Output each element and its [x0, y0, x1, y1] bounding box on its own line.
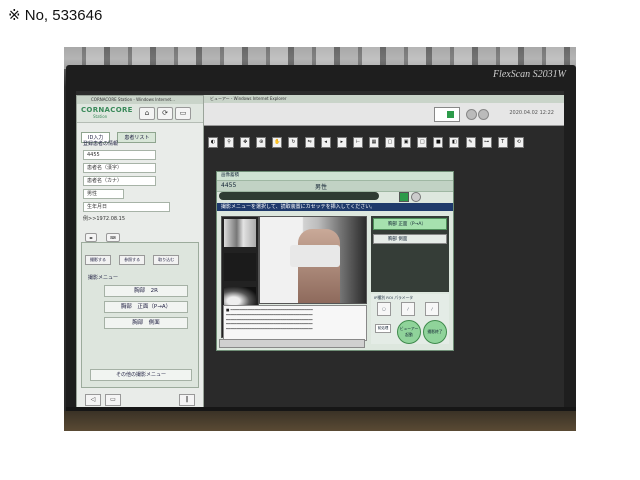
dialog-menu-chest-lateral[interactable]: 胸部 側面 — [373, 234, 447, 244]
birthdate-field[interactable]: 生年月日 — [83, 202, 170, 212]
menu-item-chest-2r[interactable]: 胸部 2R — [104, 285, 188, 297]
other-menu-button[interactable]: その他の撮影メニュー — [90, 369, 192, 381]
dialog-title: 画像蓄積 — [217, 172, 453, 180]
tab-reference[interactable]: 参照する — [119, 255, 146, 265]
info-icon[interactable] — [478, 109, 489, 120]
menu-item-chest-pa[interactable]: 胸部 正面（P→A） — [104, 301, 188, 313]
split-icon[interactable]: ◧ — [449, 137, 460, 148]
dialog-buttons: IP種別 ROI パラメータ ▢ / / 前処理 ビューアー起動 撮影終了 — [371, 294, 449, 344]
menu-tabs: 撮影する 参照する 取り込む — [82, 243, 198, 270]
dialog-instruction: 撮影メニューを選択して、読取装置にカセッテを挿入してください。 — [217, 203, 453, 211]
sex-select[interactable]: 男性 — [83, 189, 124, 199]
monitor-bezel: FlexScan S2031W CORNACORE Station - Wind… — [66, 65, 576, 429]
dialog-record-icon[interactable] — [399, 192, 409, 202]
display-icon[interactable]: ▭ — [175, 107, 191, 120]
birthdate-hint: 例>>1972.08.15 — [83, 216, 126, 222]
keyboard-icon[interactable]: ⌨ — [106, 233, 120, 242]
text-icon[interactable]: T — [497, 137, 508, 148]
rotate-icon[interactable]: ↻ — [288, 137, 299, 148]
monitor-brand: FlexScan S2031W — [492, 69, 566, 80]
dialog-button-tabs: IP種別 ROI パラメータ — [371, 294, 449, 302]
hand-icon[interactable]: ✋ — [272, 137, 283, 148]
dialog-patient-sex: 男性 — [315, 184, 328, 191]
station-tabs: ID入力 患者リスト — [81, 124, 158, 143]
patient-form: 登録患者の情報 4455 患者名（漢字） 患者名（カナ） 男性 生年月日 例>>… — [83, 140, 195, 222]
datetime: 2020.04.02 12:22 — [509, 110, 554, 116]
detector-plate — [290, 245, 340, 267]
contrast-icon[interactable]: ◐ — [208, 137, 218, 148]
magnify-icon[interactable]: ⊕ — [256, 137, 267, 148]
dialog-patient-bar: 4455 男性 — [217, 180, 453, 192]
caption-text: ※ No, 533646 — [8, 7, 103, 24]
record-button[interactable] — [434, 107, 460, 122]
screen: CORNACORE Station - Windows Internet... … — [76, 91, 564, 407]
desk-surface — [64, 411, 576, 431]
record-icon — [447, 111, 454, 118]
app-logo: CORNACORE — [81, 106, 133, 114]
viewer-titlebar: ビューアー - Windows Internet Explorer — [204, 95, 564, 103]
ruler-icon[interactable]: ⊢ — [352, 137, 363, 148]
viewer-launch-button[interactable]: ビューアー起動 — [397, 320, 421, 344]
dialog-settings-icon[interactable] — [411, 192, 421, 202]
play-icon[interactable]: ▸ — [336, 137, 347, 148]
zoom-icon[interactable]: ⚲ — [224, 137, 235, 148]
param-cell[interactable]: / — [425, 302, 439, 316]
capture-menu-box: 撮影する 参照する 取り込む 撮影メニュー 胸部 2R 胸部 正面（P→A） 胸… — [81, 242, 199, 388]
capture-dialog: 画像蓄積 4455 男性 撮影メニューを選択して、読取装置にカセッテを挿入してく… — [216, 171, 454, 351]
tab-import[interactable]: 取り込む — [153, 255, 180, 265]
thumbnail-1[interactable] — [224, 219, 256, 247]
dialog-menu-chest-pa[interactable]: 胸部 正面（P→A） — [373, 218, 447, 230]
patient-id-field[interactable]: 4455 — [83, 150, 156, 160]
name-kana-field[interactable]: 患者名（カナ） — [83, 176, 156, 186]
viewer-header: 2020.04.02 12:22 — [204, 103, 564, 126]
station-header: CORNACORE Station ⌂ ⟳ ▭ — [77, 104, 203, 123]
grid-icon[interactable]: ▦ — [368, 137, 379, 148]
flip-icon[interactable]: ⇋ — [304, 137, 315, 148]
dialog-name-strip — [219, 192, 379, 200]
fill-icon[interactable]: ■ — [433, 137, 444, 148]
station-footer: ◁ ▭ ‖ — [81, 394, 199, 406]
dialog-menu-list: 胸部 正面（P→A） 胸部 側面 — [371, 216, 449, 292]
tab-capture[interactable]: 撮影する — [85, 255, 111, 265]
window-icon[interactable]: ▭ — [105, 394, 121, 406]
finish-capture-button[interactable]: 撮影終了 — [423, 320, 447, 344]
frame-icon[interactable]: ▢ — [385, 137, 396, 148]
measure-icon[interactable]: ⊶ — [481, 137, 492, 148]
layout-icon[interactable]: ▣ — [401, 137, 412, 148]
mid-buttons: ◂▸ ⌨ — [85, 224, 124, 243]
menu-title: 撮影メニュー — [88, 275, 119, 281]
dialog-footer-bar — [219, 339, 365, 348]
pause-icon[interactable]: ‖ — [179, 394, 195, 406]
reset-icon[interactable]: ⟲ — [513, 137, 524, 148]
menu-item-chest-lateral[interactable]: 胸部 側面 — [104, 317, 188, 329]
white-icon[interactable]: □ — [417, 137, 428, 148]
arrow-left-icon[interactable]: ◂ — [320, 137, 331, 148]
settings-icon[interactable] — [466, 109, 477, 120]
pan-icon[interactable]: ✥ — [240, 137, 251, 148]
station-titlebar: CORNACORE Station - Windows Internet... — [77, 96, 203, 104]
viewer-toolbar: ◐ ⚲ ✥ ⊕ ✋ ↻ ⇋ ◂ ▸ ⊢ ▦ ▢ ▣ □ ■ ◧ ✎ ⊶ T ⟲ — [208, 128, 525, 148]
name-kanji-field[interactable]: 患者名（漢字） — [83, 163, 156, 173]
thumbnail-2[interactable] — [224, 253, 256, 281]
home-icon[interactable]: ⌂ — [139, 107, 155, 120]
preprocess-button[interactable]: 前処理 — [375, 324, 391, 333]
ip-cell[interactable]: ▢ — [377, 302, 391, 316]
back-icon[interactable]: ◁ — [85, 394, 101, 406]
dialog-patient-id: 4455 — [221, 182, 237, 189]
positioning-image — [259, 216, 367, 304]
roi-cell[interactable]: / — [401, 302, 415, 316]
tab-ip-type[interactable]: IP種別 — [374, 295, 385, 300]
refresh-icon[interactable]: ⟳ — [157, 107, 173, 120]
clear-button[interactable]: ◂▸ — [85, 233, 98, 242]
form-title: 登録患者の情報 — [83, 141, 119, 147]
tab-roi[interactable]: ROI — [386, 295, 393, 300]
viewer-window: ビューアー - Windows Internet Explorer 2020.0… — [204, 95, 564, 407]
tab-parameter[interactable]: パラメータ — [394, 295, 413, 300]
positioning-info: ■ ━━━━━━━━━━━━━━━━━━━━━━━━━━━━━━━━━━━━━━… — [223, 305, 367, 341]
app-logo-sub: Station — [93, 114, 108, 119]
annotate-icon[interactable]: ✎ — [465, 137, 476, 148]
monitor-photo: FlexScan S2031W CORNACORE Station - Wind… — [64, 47, 576, 431]
station-panel: CORNACORE Station - Windows Internet... … — [76, 95, 204, 407]
